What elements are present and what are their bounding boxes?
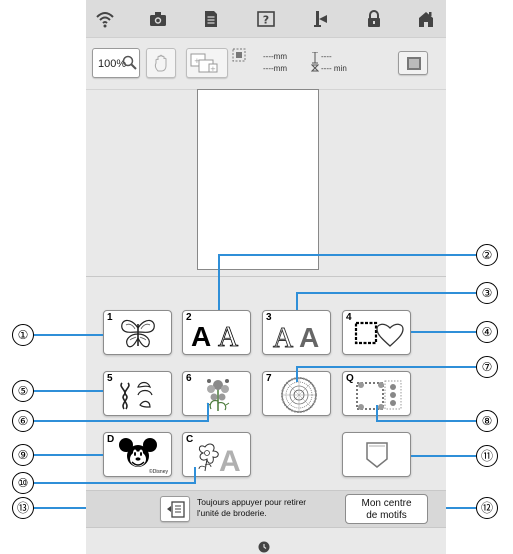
category-6-button[interactable]: 6 xyxy=(182,371,251,416)
category-4-button[interactable]: 4 xyxy=(342,310,411,355)
category-1-button[interactable]: 1 xyxy=(103,310,172,355)
callout-line-8v xyxy=(376,405,378,420)
callout-4: ④ xyxy=(476,321,498,343)
unit-removal-message: Toujours appuyer pour retirer l'unité de… xyxy=(197,497,307,518)
callout-line-3h xyxy=(296,292,476,294)
callout-line-4 xyxy=(411,331,476,333)
callout-line-2h xyxy=(218,254,476,256)
category-d-button[interactable]: D ©Disney xyxy=(103,432,172,477)
embroidery-unit-button[interactable] xyxy=(160,496,190,522)
magnifier-icon xyxy=(122,55,137,70)
svg-text:A: A xyxy=(299,322,319,352)
my-center-label-line2: de motifs xyxy=(366,510,407,521)
category-number: 6 xyxy=(186,373,192,384)
callout-line-9 xyxy=(34,454,103,456)
wifi-icon[interactable] xyxy=(95,9,115,29)
svg-text:?: ? xyxy=(263,14,269,27)
document-icon[interactable] xyxy=(201,9,221,29)
callout-6: ⑥ xyxy=(12,410,34,432)
layout-icon: ++ xyxy=(190,53,218,73)
lock-icon[interactable] xyxy=(364,9,384,29)
decorative-alphabet-icon: A A xyxy=(273,322,320,352)
pocket-pattern-button[interactable] xyxy=(342,432,411,477)
my-design-center-button[interactable]: Mon centre de motifs xyxy=(345,494,428,524)
layout-button[interactable]: + + xyxy=(186,48,228,78)
pan-button[interactable] xyxy=(146,48,176,78)
callout-3: ③ xyxy=(476,282,498,304)
disney-icon xyxy=(119,438,157,467)
stitch-count: ---- xyxy=(321,52,332,61)
preview-button[interactable] xyxy=(398,51,428,75)
svg-text:A: A xyxy=(218,322,239,352)
svg-text:+: + xyxy=(194,57,200,65)
callout-8: ⑧ xyxy=(476,410,498,432)
width-value: ----mm xyxy=(263,52,287,61)
embroidery-unit-icon xyxy=(167,501,185,518)
callout-line-6v xyxy=(207,403,209,422)
callout-line-5 xyxy=(34,390,103,392)
my-center-label-line1: Mon centre xyxy=(361,498,412,509)
frame-size-icon xyxy=(232,48,246,62)
category-number: D xyxy=(107,434,115,445)
callout-line-1 xyxy=(34,334,103,336)
callout-9: ⑨ xyxy=(12,444,34,466)
needle-icon[interactable] xyxy=(311,9,331,29)
category-number: 4 xyxy=(346,312,352,323)
pocket-icon xyxy=(366,442,388,468)
alphabet-font-icon: A A xyxy=(191,321,239,352)
callout-line-6 xyxy=(34,420,209,422)
embroidery-preview xyxy=(197,89,319,270)
border-pattern-icon xyxy=(120,381,153,410)
svg-text:A: A xyxy=(273,323,294,352)
help-icon[interactable]: ? xyxy=(256,9,276,29)
callout-line-3 xyxy=(296,292,298,310)
floral-alphabet-icon xyxy=(206,379,230,411)
home-icon[interactable] xyxy=(416,9,436,29)
callout-line-2 xyxy=(218,254,220,310)
callout-12: ⑫ xyxy=(476,497,498,519)
svg-text:A: A xyxy=(219,445,241,475)
callout-line-7h xyxy=(296,366,476,368)
couching-pattern-icon: A xyxy=(198,443,241,475)
height-value: ----mm xyxy=(263,64,287,73)
callout-line-8 xyxy=(376,420,476,422)
callout-7: ⑦ xyxy=(476,356,498,378)
category-3-button[interactable]: 3 A A xyxy=(262,310,331,355)
callout-line-10 xyxy=(34,482,196,484)
callout-13: ⑬ xyxy=(12,497,34,519)
callout-2: ② xyxy=(476,244,498,266)
category-2-button[interactable]: 2 A A xyxy=(182,310,251,355)
copyright-label: ©Disney xyxy=(149,469,168,475)
callout-line-10v xyxy=(194,467,196,483)
callout-1: ① xyxy=(12,324,34,346)
butterfly-pattern-icon xyxy=(121,319,155,348)
camera-icon[interactable] xyxy=(148,9,168,29)
callout-5: ⑤ xyxy=(12,380,34,402)
category-5-button[interactable]: 5 xyxy=(103,371,172,416)
category-number: 5 xyxy=(107,373,113,384)
callout-10: ⑩ xyxy=(12,472,34,494)
clock-icon xyxy=(258,541,270,553)
callout-line-11 xyxy=(411,455,476,457)
quilt-border-icon xyxy=(356,380,402,410)
callout-line-7 xyxy=(296,366,298,382)
preview-icon xyxy=(407,57,421,70)
stitch-count-icon xyxy=(311,52,319,72)
frame-pattern-icon xyxy=(354,321,404,347)
category-c-button[interactable]: C A xyxy=(182,432,251,477)
quilt-pattern-icon xyxy=(281,377,317,413)
category-number: 7 xyxy=(266,373,272,384)
time-value: ---- min xyxy=(321,64,347,73)
category-number: 1 xyxy=(107,312,113,323)
zoom-button[interactable]: 100% xyxy=(92,48,140,78)
hand-icon xyxy=(154,54,167,72)
svg-text:+: + xyxy=(210,65,216,73)
callout-11: ⑪ xyxy=(476,445,498,467)
divider xyxy=(86,276,446,277)
svg-text:A: A xyxy=(191,321,211,352)
